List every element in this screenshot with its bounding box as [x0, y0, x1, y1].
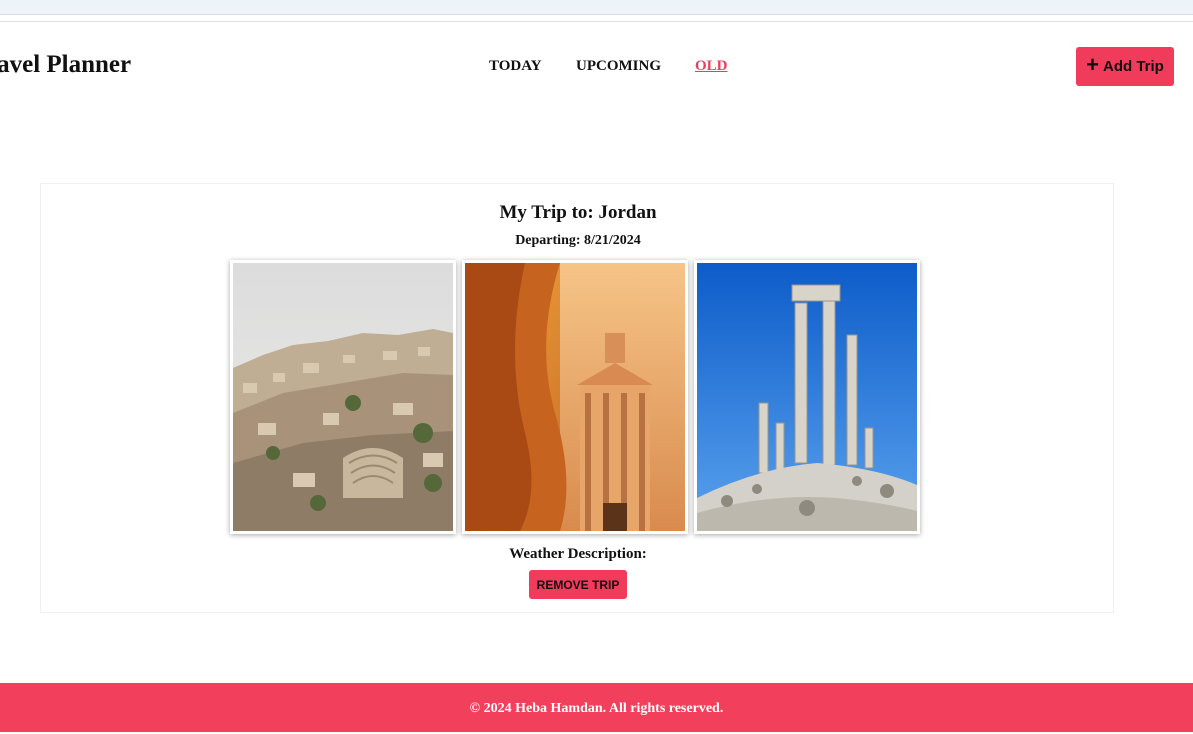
trip-card: My Trip to: Jordan Departing: 8/21/2024	[40, 183, 1114, 613]
trip-title: My Trip to: Jordan	[499, 202, 657, 223]
plus-icon: +	[1086, 52, 1100, 77]
temple-of-hercules-photo	[694, 260, 920, 534]
nav-today[interactable]: TODAY	[489, 58, 542, 75]
nav-upcoming[interactable]: UPCOMING	[576, 58, 661, 75]
amman-city-photo	[230, 260, 456, 534]
nav-old[interactable]: OLD	[695, 58, 728, 75]
add-trip-button[interactable]: + Add Trip	[1076, 47, 1174, 86]
weather-description: Weather Description:	[509, 546, 647, 562]
footer: © 2024 Heba Hamdan. All rights reserved.	[0, 683, 1193, 732]
brand-title: ravel Planner	[0, 51, 132, 78]
remove-trip-button[interactable]: REMOVE TRIP	[529, 570, 627, 599]
browser-top-bar	[0, 0, 1193, 15]
add-trip-label: Add Trip	[1103, 58, 1164, 75]
petra-treasury-photo	[462, 260, 688, 534]
site-header: ravel Planner TODAY UPCOMING OLD + Add T…	[0, 22, 1193, 112]
departing-date: Departing: 8/21/2024	[515, 233, 641, 248]
